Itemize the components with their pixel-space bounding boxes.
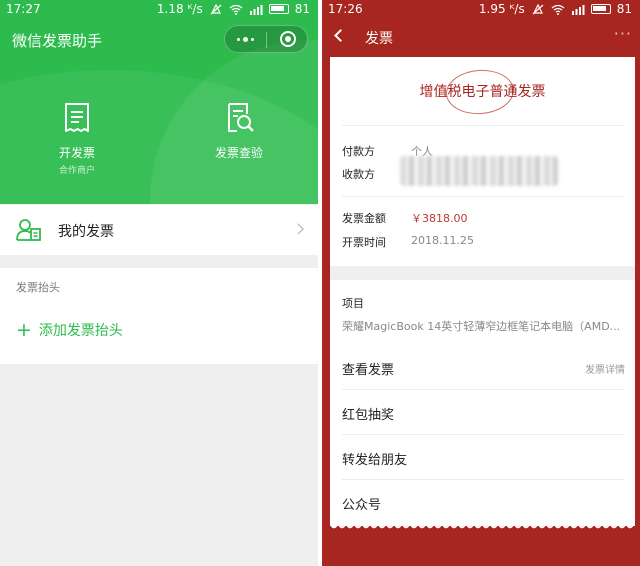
signal-icon — [249, 4, 263, 15]
battery-icon — [268, 4, 289, 14]
status-time: 17:26 — [328, 2, 363, 16]
status-time: 17:27 — [6, 2, 41, 16]
signal-icon — [571, 4, 585, 15]
invoice-card: 增值税电子普通发票 付款方 个人 收款方 发票金额 ￥3818.00 开票时间 … — [330, 57, 635, 530]
right-phone-screen: 17:26 1.95 ᴷ/s 81 发票 ··· 增值税电子普通发票 付款方 个… — [322, 0, 640, 566]
amount-label: 发票金额 — [342, 212, 386, 225]
partner-merchant-label: 合作商户 — [58, 166, 95, 176]
dot — [251, 37, 254, 41]
verify-invoice-label: 发票查验 — [214, 146, 263, 160]
section-divider — [342, 125, 625, 126]
back-icon[interactable] — [334, 29, 347, 42]
my-invoices-row[interactable]: 我的发票 — [0, 205, 318, 255]
add-invoice-header-button[interactable]: + 添加发票抬头 — [16, 320, 123, 340]
receipt-icon — [65, 103, 89, 132]
app-title: 微信发票助手 — [12, 32, 103, 50]
chevron-right-icon — [292, 223, 304, 235]
red-packet-lottery-row[interactable]: 红包抽奖 — [342, 391, 625, 435]
invoice-details-link[interactable]: 发票详情 — [585, 361, 625, 376]
invoice-type-title: 增值税电子普通发票 — [419, 84, 546, 100]
official-account-label: 公众号 — [342, 498, 382, 513]
battery-level: 81 — [294, 2, 310, 16]
battery-icon — [590, 4, 611, 14]
item-value: 荣耀MagicBook 14英寸轻薄窄边框笔记本电脑（AMD... — [342, 320, 621, 333]
issue-invoice-button[interactable]: 开发票 合作商户 — [49, 102, 105, 176]
invoice-header-caption: 发票抬头 — [16, 281, 60, 294]
invoice-header-section: 发票抬头 + 添加发票抬头 — [0, 268, 318, 364]
capsule-divider — [266, 32, 267, 48]
official-account-row[interactable]: 公众号 — [342, 481, 625, 525]
add-invoice-header-label: 添加发票抬头 — [38, 323, 123, 339]
page-title: 发票 — [365, 31, 393, 47]
miniprogram-capsule — [224, 25, 308, 53]
close-miniprogram-icon[interactable] — [280, 31, 296, 47]
user-card-icon — [16, 219, 41, 241]
more-icon[interactable]: ··· — [614, 24, 632, 43]
plus-icon: + — [16, 319, 32, 341]
forward-to-friend-row[interactable]: 转发给朋友 — [342, 436, 625, 480]
verify-invoice-button[interactable]: 发票查验 — [204, 102, 274, 161]
view-invoice-label: 查看发票 — [342, 363, 395, 378]
red-packet-lottery-label: 红包抽奖 — [342, 408, 395, 423]
battery-level: 81 — [616, 2, 632, 16]
network-speed: 1.95 ᴷ/s — [478, 2, 525, 16]
document-search-icon — [228, 103, 254, 132]
section-gap — [330, 266, 635, 280]
payee-label: 收款方 — [342, 168, 375, 181]
forward-to-friend-label: 转发给朋友 — [342, 453, 408, 468]
payee-value-redacted — [400, 156, 558, 186]
payer-label: 付款方 — [342, 145, 375, 158]
issue-date-value: 2018.11.25 — [411, 234, 474, 247]
serrated-edge — [330, 525, 635, 530]
amount-value: ￥3818.00 — [411, 212, 468, 225]
mute-icon — [210, 3, 222, 14]
status-icons: 1.18 ᴷ/s 81 — [157, 2, 310, 16]
issue-invoice-label: 开发票 — [58, 146, 95, 160]
left-phone-screen: 17:27 1.18 ᴷ/s 81 微信发票助手 开发票 合作商户 发票查验 我… — [0, 0, 318, 566]
item-label: 项目 — [342, 297, 364, 310]
more-button[interactable] — [225, 26, 266, 52]
issue-date-label: 开票时间 — [342, 236, 386, 249]
mute-icon — [532, 3, 544, 14]
my-invoices-label: 我的发票 — [58, 224, 114, 240]
network-speed: 1.18 ᴷ/s — [156, 2, 203, 16]
wifi-icon — [551, 4, 565, 15]
view-invoice-row[interactable]: 查看发票 发票详情 — [342, 346, 625, 390]
dot — [237, 37, 240, 41]
dot — [243, 36, 248, 42]
status-bar: 17:27 1.18 ᴷ/s 81 — [0, 0, 318, 18]
status-icons: 1.95 ᴷ/s 81 — [479, 2, 632, 16]
section-divider — [342, 196, 625, 197]
wifi-icon — [229, 4, 243, 15]
status-bar: 17:26 1.95 ᴷ/s 81 — [322, 0, 640, 18]
